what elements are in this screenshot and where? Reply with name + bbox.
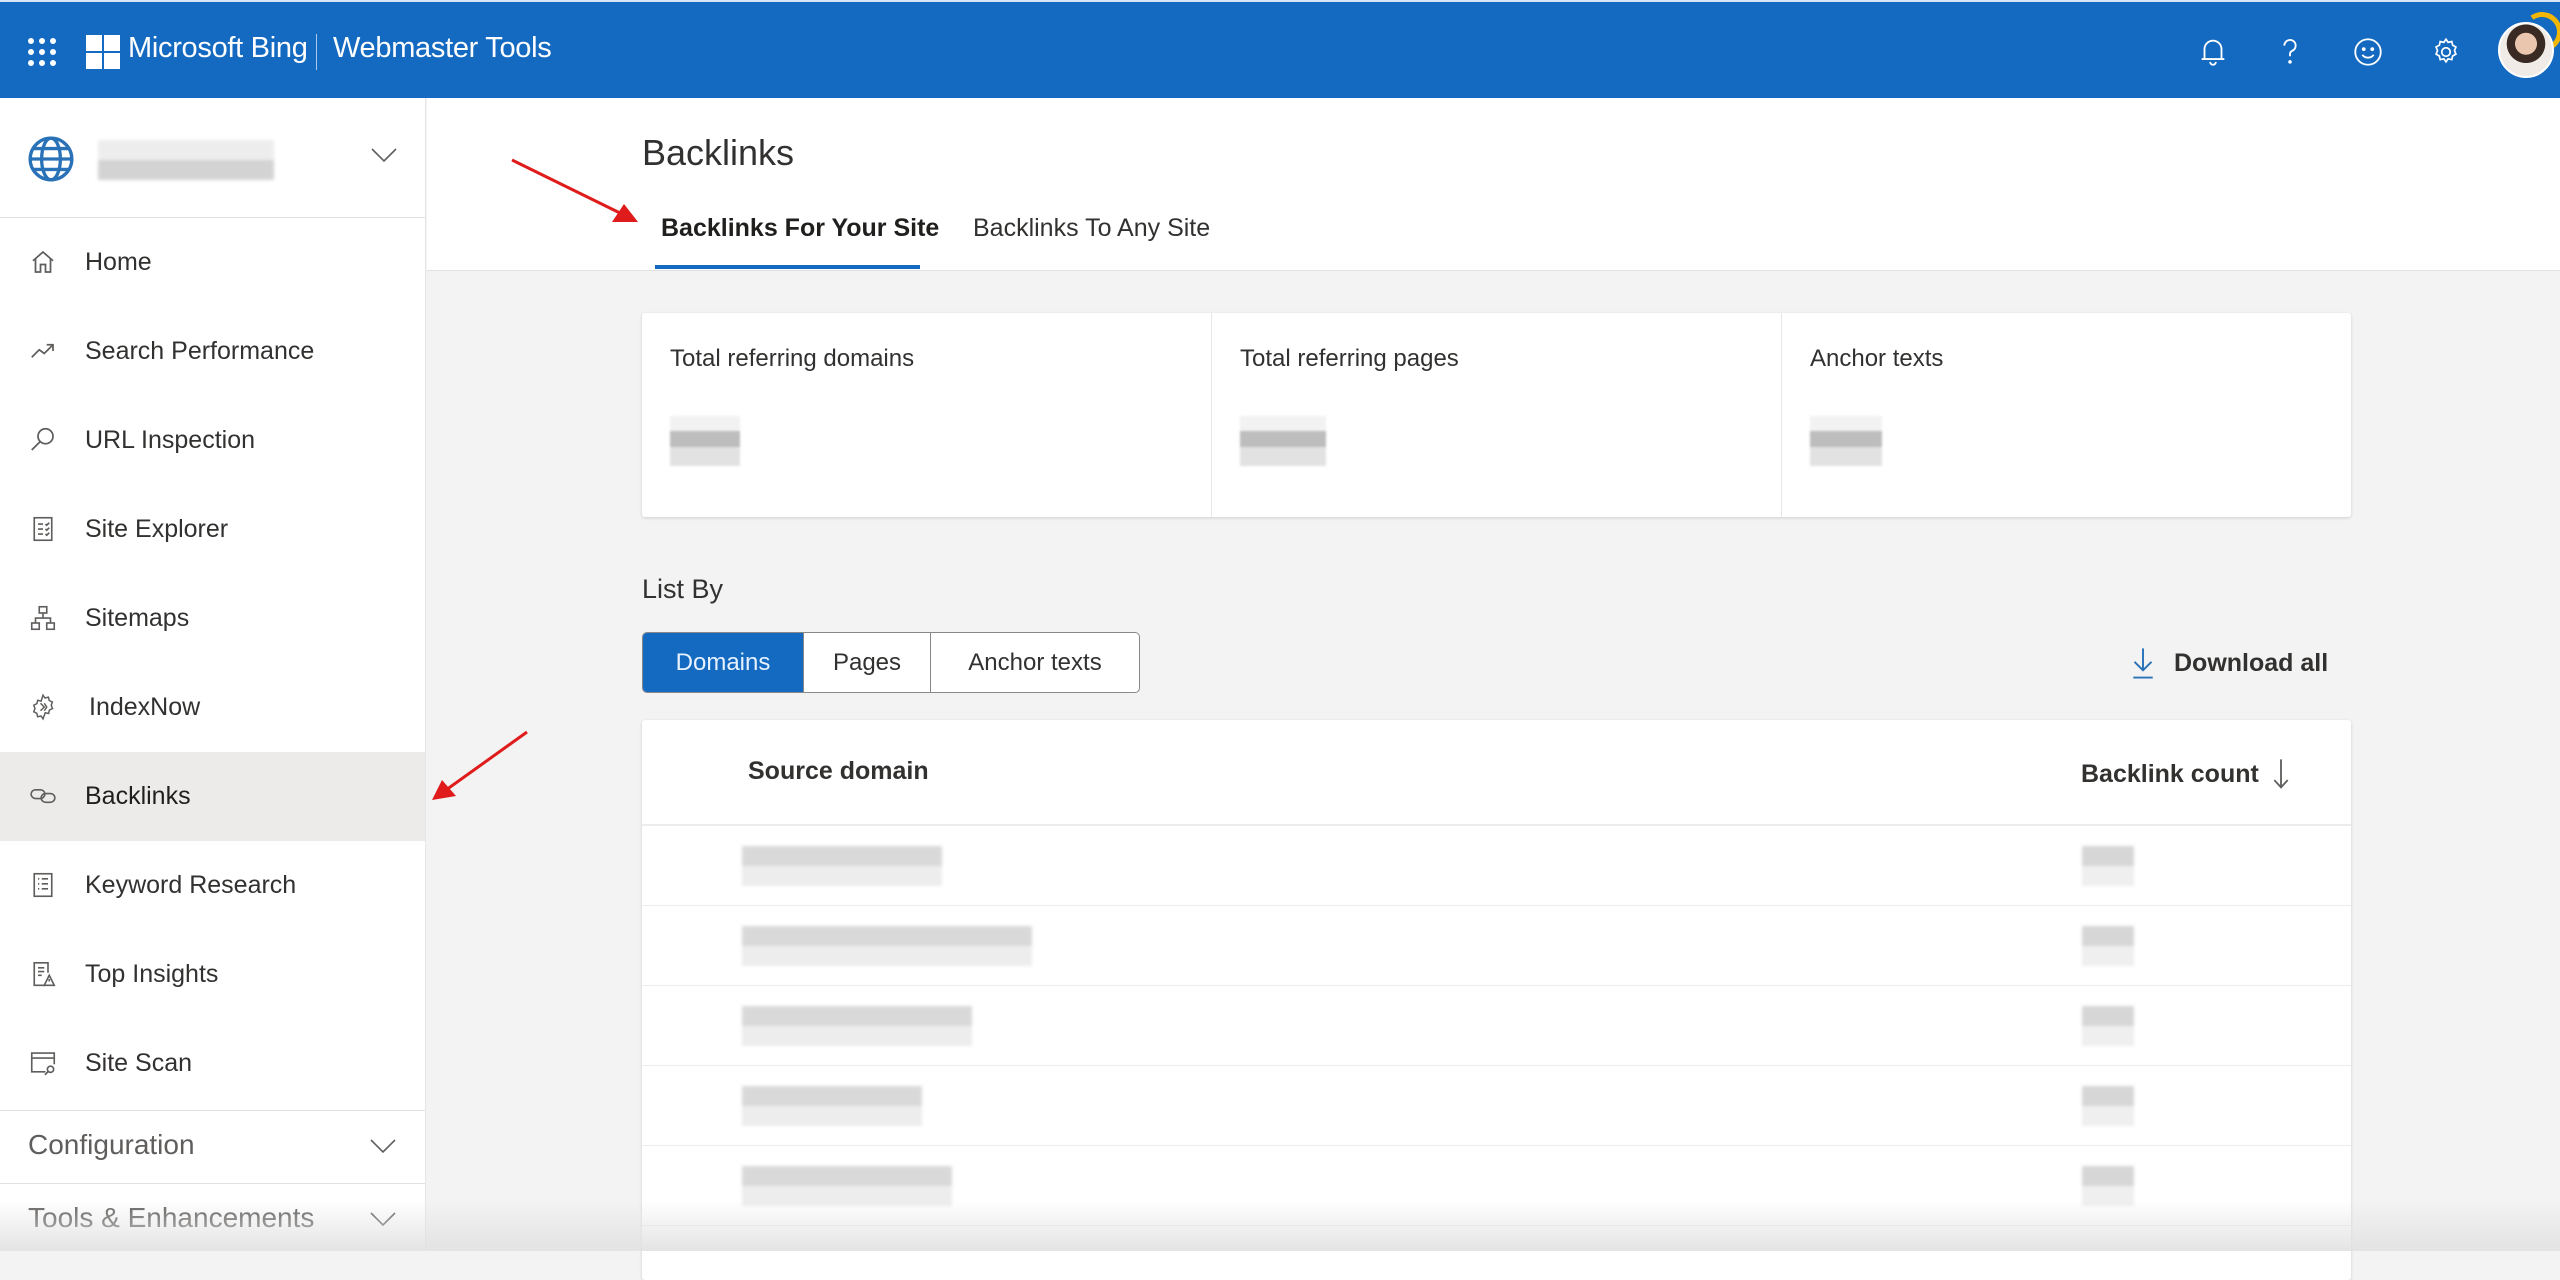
source-domain-cell[interactable] — [742, 1166, 952, 1206]
product-name[interactable]: Webmaster Tools — [333, 32, 552, 65]
sidebar-item-backlinks[interactable]: Backlinks — [0, 752, 425, 841]
sidebar-group-label: Tools & Enhancements — [28, 1202, 315, 1233]
link-icon — [26, 779, 60, 813]
globe-icon — [28, 136, 74, 182]
source-domain-cell[interactable] — [742, 1086, 922, 1126]
card-value-blurred — [1810, 416, 1882, 466]
list-by-toggle: Domains Pages Anchor texts — [642, 632, 1140, 693]
table-row[interactable] — [642, 986, 2351, 1066]
table-row[interactable] — [642, 1146, 2351, 1226]
sidebar-item-top-insights[interactable]: Top Insights — [0, 930, 425, 1019]
chevron-down-icon[interactable] — [369, 1137, 397, 1155]
sidebar-item-keyword-research[interactable]: Keyword Research — [0, 841, 425, 930]
insights-warning-icon — [26, 957, 60, 991]
card-title: Total referring domains — [670, 345, 915, 372]
sidebar-group-configuration[interactable]: Configuration — [0, 1111, 425, 1181]
column-header-label: Source domain — [748, 757, 929, 785]
indexnow-gear-icon — [26, 690, 60, 724]
site-name — [98, 140, 274, 180]
tab-backlinks-for-your-site[interactable]: Backlinks For Your Site — [661, 214, 939, 243]
list-by-anchor-texts-button[interactable]: Anchor texts — [931, 633, 1139, 692]
avatar[interactable] — [2498, 22, 2554, 78]
sidebar-item-site-explorer[interactable]: Site Explorer — [0, 485, 425, 574]
card-total-referring-pages: Total referring pages — [1212, 313, 1782, 517]
table-row[interactable] — [642, 826, 2351, 906]
sidebar-item-sitemaps[interactable]: Sitemaps — [0, 574, 425, 663]
sidebar-group-tools-enhancements[interactable]: Tools & Enhancements — [0, 1184, 425, 1254]
backlinks-table: Source domain Backlink count — [642, 720, 2351, 1280]
backlink-count-cell — [2082, 1006, 2134, 1046]
top-bar: Microsoft Bing Webmaster Tools — [0, 0, 2560, 98]
sidebar-item-indexnow[interactable]: IndexNow — [0, 663, 425, 752]
sidebar-item-label: Backlinks — [85, 782, 191, 810]
active-tab-indicator — [655, 265, 920, 269]
summary-cards: Total referring domains Total referring … — [642, 313, 2351, 517]
download-icon — [2133, 648, 2153, 679]
list-by-pages-button[interactable]: Pages — [804, 633, 931, 692]
sidebar-item-label: Top Insights — [85, 960, 219, 988]
sidebar-item-home[interactable]: Home — [0, 218, 425, 307]
column-header-backlink-count[interactable]: Backlink count — [2081, 757, 2291, 791]
feedback-smiley-icon[interactable] — [2348, 32, 2388, 72]
page-header: Backlinks Backlinks For Your Site Backli… — [427, 98, 2560, 271]
download-all-button[interactable]: Download all — [2130, 645, 2328, 681]
help-icon[interactable] — [2270, 32, 2310, 72]
sidebar-item-label: Home — [85, 248, 152, 276]
download-all-label: Download all — [2174, 648, 2329, 677]
source-domain-cell[interactable] — [742, 1006, 972, 1046]
site-selector[interactable] — [0, 98, 425, 218]
card-value-blurred — [670, 416, 740, 466]
table-row[interactable] — [642, 1066, 2351, 1146]
microsoft-logo-icon — [86, 35, 120, 69]
annotation-arrow-to-sidebar-backlinks — [432, 730, 528, 800]
table-row[interactable] — [642, 906, 2351, 986]
sidebar-item-site-scan[interactable]: Site Scan — [0, 1019, 425, 1108]
sidebar-item-label: Sitemaps — [85, 604, 190, 632]
sidebar-item-label: IndexNow — [89, 693, 201, 721]
card-title: Anchor texts — [1810, 345, 1944, 372]
document-list-icon — [26, 868, 60, 902]
home-icon — [26, 245, 60, 279]
backlink-count-cell — [2082, 1166, 2134, 1206]
table-header: Source domain Backlink count — [642, 720, 2351, 826]
card-total-referring-domains: Total referring domains — [642, 313, 1212, 517]
brand-divider — [316, 34, 317, 70]
list-by-domains-button[interactable]: Domains — [643, 633, 804, 692]
card-title: Total referring pages — [1240, 345, 1459, 372]
sidebar-item-search-performance[interactable]: Search Performance — [0, 307, 425, 396]
sidebar-group-label: Configuration — [28, 1129, 195, 1160]
backlink-count-cell — [2082, 1086, 2134, 1126]
sidebar-item-label: Search Performance — [85, 337, 315, 365]
sidebar-item-label: URL Inspection — [85, 426, 255, 454]
card-value-blurred — [1240, 416, 1326, 466]
list-by-label: List By — [642, 574, 724, 604]
page-title: Backlinks — [642, 132, 795, 173]
sidebar-item-label: Site Explorer — [85, 515, 229, 543]
sitemap-icon — [26, 601, 60, 635]
source-domain-cell[interactable] — [742, 926, 1032, 966]
brand-name[interactable]: Microsoft Bing — [128, 32, 308, 65]
card-anchor-texts: Anchor texts — [1782, 313, 2351, 517]
sidebar-item-label: Site Scan — [85, 1049, 193, 1077]
column-header-label: Backlink count — [2081, 759, 2259, 788]
backlink-count-cell — [2082, 846, 2134, 886]
app-launcher-icon[interactable] — [28, 38, 56, 66]
gear-icon[interactable] — [2426, 32, 2466, 72]
sidebar: Home Search Performance URL Inspection S… — [0, 98, 426, 1251]
sidebar-item-url-inspection[interactable]: URL Inspection — [0, 396, 425, 485]
backlink-count-cell — [2082, 926, 2134, 966]
column-header-source-domain[interactable]: Source domain — [748, 757, 929, 786]
chevron-down-icon[interactable] — [370, 146, 398, 164]
source-domain-cell[interactable] — [742, 846, 942, 886]
chevron-down-icon[interactable] — [369, 1210, 397, 1228]
checklist-icon — [26, 512, 60, 546]
bell-icon[interactable] — [2193, 32, 2233, 72]
search-icon — [26, 423, 60, 457]
tab-backlinks-to-any-site[interactable]: Backlinks To Any Site — [973, 214, 1210, 243]
sidebar-item-label: Keyword Research — [85, 871, 297, 899]
sort-descending-icon — [2273, 759, 2289, 789]
site-scan-icon — [26, 1046, 60, 1080]
trending-up-icon — [26, 334, 60, 368]
